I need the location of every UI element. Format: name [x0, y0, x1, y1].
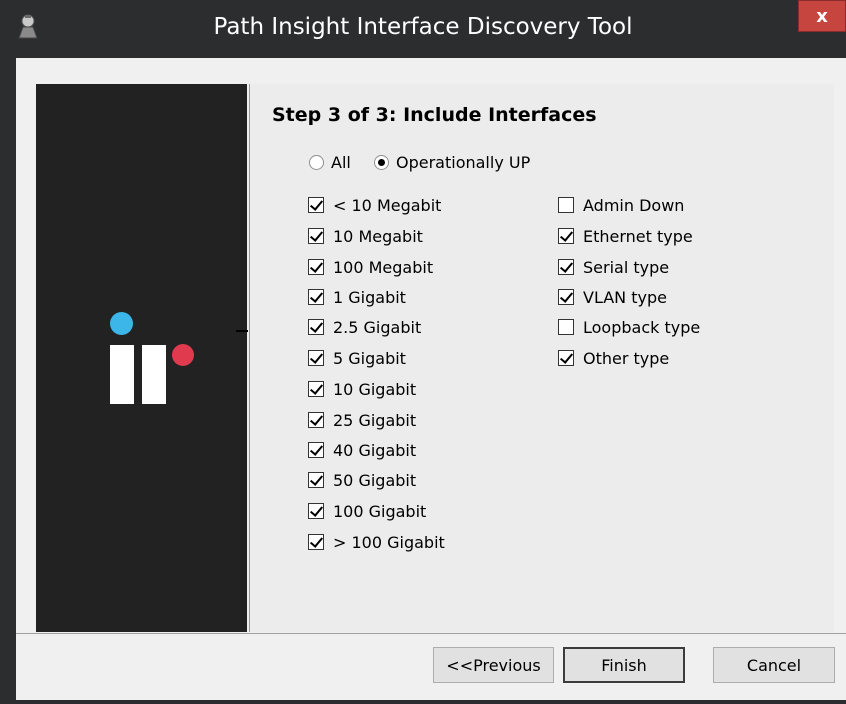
logo-bar-right-icon: [142, 345, 166, 404]
checkbox-box[interactable]: [558, 289, 574, 305]
speed-checkbox-100m[interactable]: 100 Megabit: [308, 256, 433, 278]
type-checkbox-loopback[interactable]: Loopback type: [558, 316, 700, 338]
speed-checkbox-40g[interactable]: 40 Gigabit: [308, 439, 416, 461]
checkbox-label: 100 Gigabit: [333, 501, 427, 521]
window-title: Path Insight Interface Discovery Tool: [213, 14, 633, 40]
checkbox-box[interactable]: [308, 319, 324, 335]
checkbox-label: 25 Gigabit: [333, 410, 417, 430]
banner-tick-mark: [236, 330, 248, 332]
checkbox-label: 50 Gigabit: [333, 470, 417, 490]
close-button[interactable]: x: [798, 0, 846, 32]
checkbox-box[interactable]: [558, 228, 574, 244]
speed-checkbox-100g[interactable]: 100 Gigabit: [308, 500, 426, 522]
speed-checkbox-1g[interactable]: 1 Gigabit: [308, 286, 406, 308]
checkbox-box[interactable]: [308, 289, 324, 305]
checkbox-label: 10 Megabit: [333, 226, 423, 246]
checkbox-label: VLAN type: [583, 287, 667, 307]
checkbox-label: 1 Gigabit: [333, 287, 406, 307]
previous-button[interactable]: <<Previous: [433, 647, 554, 683]
radio-all-label: All: [331, 152, 351, 172]
radio-operationally-up-circle[interactable]: [374, 154, 389, 170]
checkbox-box[interactable]: [308, 259, 324, 275]
checkbox-box[interactable]: [308, 534, 324, 550]
checkbox-box[interactable]: [558, 350, 574, 366]
speed-checkbox-25g[interactable]: 25 Gigabit: [308, 409, 416, 431]
radio-selected-dot: [378, 158, 385, 166]
speed-checkbox-10m[interactable]: 10 Megabit: [308, 225, 423, 247]
checkbox-label: Admin Down: [583, 195, 685, 215]
speed-checkbox-gt100g[interactable]: > 100 Gigabit: [308, 531, 445, 553]
window-border-bottom: [0, 700, 846, 704]
speed-checkbox-5g[interactable]: 5 Gigabit: [308, 347, 406, 369]
speed-checkbox-2-5g[interactable]: 2.5 Gigabit: [308, 316, 421, 338]
radio-all[interactable]: All: [309, 151, 351, 173]
checkbox-box[interactable]: [308, 197, 324, 213]
radio-operationally-up-label: Operationally UP: [396, 152, 531, 172]
checkbox-label: Other type: [583, 348, 670, 368]
finish-button[interactable]: Finish: [563, 647, 685, 683]
speed-checkbox-50g[interactable]: 50 Gigabit: [308, 469, 416, 491]
window-border-left: [0, 58, 16, 704]
step-title: Step 3 of 3: Include Interfaces: [272, 104, 597, 126]
title-bar[interactable]: Path Insight Interface Discovery Tool x: [0, 0, 846, 58]
checkbox-label: Ethernet type: [583, 226, 693, 246]
checkbox-label: > 100 Gigabit: [333, 532, 445, 552]
checkbox-box[interactable]: [558, 319, 574, 335]
logo-bar-left-icon: [110, 345, 134, 404]
checkbox-box[interactable]: [308, 228, 324, 244]
checkbox-label: 10 Gigabit: [333, 379, 417, 399]
checkbox-box[interactable]: [308, 412, 324, 428]
checkbox-label: 2.5 Gigabit: [333, 317, 422, 337]
checkbox-label: Serial type: [583, 257, 670, 277]
checkbox-box[interactable]: [308, 472, 324, 488]
logo-red-dot-icon: [172, 344, 194, 366]
dialog-window: Path Insight Interface Discovery Tool x …: [0, 0, 846, 704]
type-checkbox-admin-down[interactable]: Admin Down: [558, 194, 684, 216]
type-checkbox-serial[interactable]: Serial type: [558, 256, 669, 278]
checkbox-box[interactable]: [308, 350, 324, 366]
checkbox-box[interactable]: [308, 381, 324, 397]
radio-all-circle[interactable]: [309, 154, 324, 170]
logo-blue-dot-icon: [110, 312, 133, 335]
type-checkbox-other[interactable]: Other type: [558, 347, 669, 369]
radio-operationally-up[interactable]: Operationally UP: [374, 151, 530, 173]
checkbox-label: < 10 Megabit: [333, 195, 442, 215]
type-checkbox-vlan[interactable]: VLAN type: [558, 286, 667, 308]
checkbox-label: 5 Gigabit: [333, 348, 406, 368]
speed-checkbox-lt10m[interactable]: < 10 Megabit: [308, 194, 441, 216]
checkbox-label: 40 Gigabit: [333, 440, 417, 460]
type-checkbox-ethernet[interactable]: Ethernet type: [558, 225, 693, 247]
checkbox-label: Loopback type: [583, 317, 701, 337]
checkbox-box[interactable]: [558, 259, 574, 275]
checkbox-box[interactable]: [308, 503, 324, 519]
speed-checkbox-10g[interactable]: 10 Gigabit: [308, 378, 416, 400]
checkbox-box[interactable]: [558, 197, 574, 213]
checkbox-label: 100 Megabit: [333, 257, 434, 277]
cancel-button[interactable]: Cancel: [713, 647, 835, 683]
checkbox-box[interactable]: [308, 442, 324, 458]
footer-divider: [16, 633, 846, 634]
